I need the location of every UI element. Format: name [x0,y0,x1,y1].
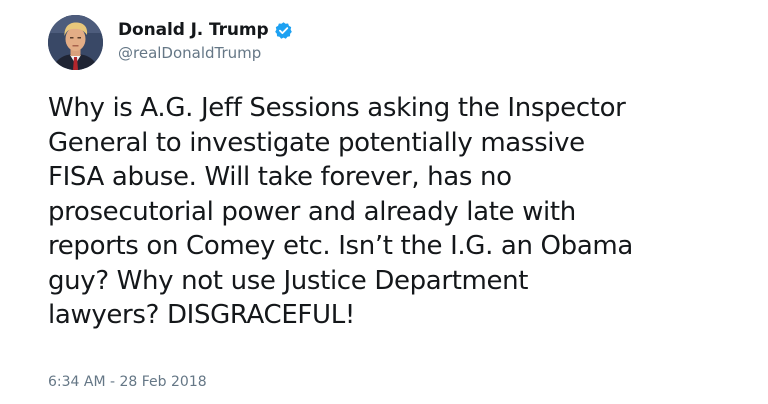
tweet-body-text: Why is A.G. Jeff Sessions asking the Ins… [48,93,633,330]
tweet-timestamp[interactable]: 6:34 AM - 28 Feb 2018 [48,374,207,390]
avatar[interactable] [48,15,103,70]
avatar-image [48,15,103,70]
author-name-row: Donald J. Trump [118,18,293,42]
author-handle[interactable]: @realDonaldTrump [118,44,293,62]
verified-badge-icon [274,21,293,40]
tweet-card: Donald J. Trump @realDonaldTrump Why is … [0,0,768,404]
tweet-header: Donald J. Trump @realDonaldTrump [118,18,293,62]
author-display-name[interactable]: Donald J. Trump [118,20,269,40]
